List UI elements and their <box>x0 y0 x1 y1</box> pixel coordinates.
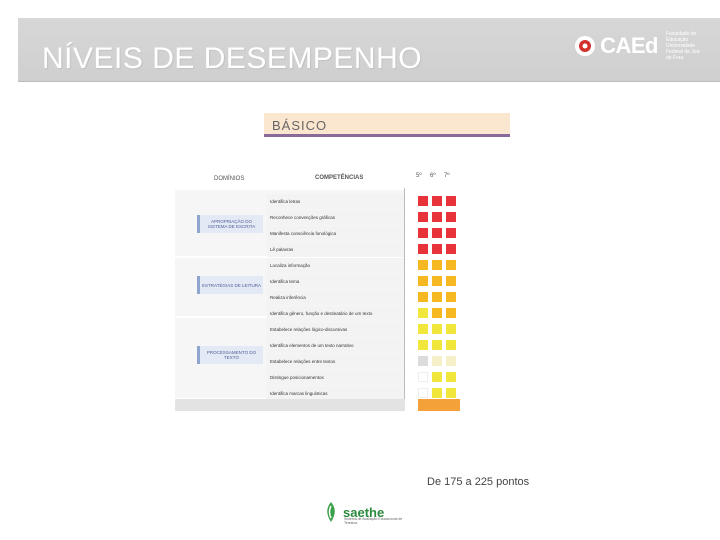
level-cell <box>432 196 442 206</box>
competency-row: Estabelece relações entre textos <box>267 354 405 369</box>
slide-title: NÍVEIS DE DESEMPENHO <box>42 42 423 75</box>
caed-institution: Faculdade de Educação Universidade Feder… <box>666 31 701 61</box>
saethe-logo-icon <box>327 502 335 522</box>
level-cell <box>446 308 456 318</box>
level-cell <box>446 260 456 270</box>
level-cell <box>418 388 428 398</box>
level-cell <box>432 356 442 366</box>
level-cell <box>418 292 428 302</box>
competency-row: Reconhece convenções gráficas <box>267 210 405 225</box>
level-cell <box>418 324 428 334</box>
saethe-logo: saethe Sistema de Avaliação Educacional … <box>322 500 402 525</box>
level-cell <box>446 244 456 254</box>
col-head-grade-7: 7º <box>444 173 450 179</box>
level-range-band <box>418 399 460 411</box>
level-cell <box>418 340 428 350</box>
level-cell <box>446 324 456 334</box>
level-cell <box>432 340 442 350</box>
level-cell <box>432 212 442 222</box>
level-cell <box>432 308 442 318</box>
level-cell <box>432 388 442 398</box>
col-head-grade-5: 5º <box>416 173 422 179</box>
domain-label: PROCESSAMENTO DO TEXTO <box>197 346 263 364</box>
competency-row: Estabelece relações lógico-discursivas <box>267 322 405 337</box>
competency-row: Distingue posicionamentos <box>267 370 405 385</box>
level-cell <box>432 260 442 270</box>
col-head-competencies: COMPETÊNCIAS <box>315 175 364 181</box>
level-cell <box>446 276 456 286</box>
domain-label: APROPRIAÇÃO DO SISTEMA DE ESCRITA <box>197 215 263 233</box>
level-cell <box>446 196 456 206</box>
competency-row: Manifesta consciência fonológica <box>267 226 405 241</box>
level-cell <box>418 372 428 382</box>
level-cell <box>432 244 442 254</box>
level-cell <box>432 324 442 334</box>
caed-logo-icon <box>575 36 596 56</box>
caed-logo-text: CAEd <box>600 33 658 58</box>
level-cell <box>446 372 456 382</box>
domain-label: ESTRATÉGIAS DE LEITURA <box>197 276 263 294</box>
competency-row: Lê palavras <box>267 242 405 257</box>
competency-table: APROPRIAÇÃO DO SISTEMA DE ESCRITA ESTRAT… <box>175 190 405 412</box>
competency-row: Localiza informação <box>267 258 405 273</box>
level-cell <box>418 356 428 366</box>
level-cell <box>432 372 442 382</box>
level-cell <box>418 196 428 206</box>
level-cell <box>418 276 428 286</box>
level-cell <box>446 212 456 222</box>
level-cell <box>418 244 428 254</box>
level-cell <box>418 212 428 222</box>
level-cell <box>418 228 428 238</box>
level-cell <box>446 292 456 302</box>
col-head-domains: DOMÍNIOS <box>214 176 245 182</box>
level-cell <box>446 340 456 350</box>
level-cell <box>418 260 428 270</box>
col-head-grade-6: 6º <box>430 173 436 179</box>
level-cell <box>432 292 442 302</box>
competency-row: Realiza inferência <box>267 290 405 305</box>
level-bar: BÁSICO <box>264 113 510 137</box>
header-band: NÍVEIS DE DESEMPENHO CAEd Faculdade de E… <box>18 18 720 82</box>
level-cell <box>446 356 456 366</box>
range-text: De 175 a 225 pontos <box>427 476 530 488</box>
competency-row: Identifica gênero, função e destinatário… <box>267 306 405 321</box>
level-cell <box>418 308 428 318</box>
level-cell <box>432 276 442 286</box>
level-cell <box>446 388 456 398</box>
level-cell <box>432 228 442 238</box>
caed-logo: CAEd Faculdade de Educação Universidade … <box>574 31 706 61</box>
level-title: BÁSICO <box>272 118 328 133</box>
level-cell <box>446 228 456 238</box>
table-footer-band <box>175 399 405 411</box>
competency-row: Identifica tema <box>267 274 405 289</box>
saethe-subtitle: Sistema de Avaliação Educacional de Tere… <box>344 517 403 525</box>
competency-row: Identifica letras <box>267 194 405 209</box>
competency-row: Identifica elementos de um texto narrati… <box>267 338 405 353</box>
